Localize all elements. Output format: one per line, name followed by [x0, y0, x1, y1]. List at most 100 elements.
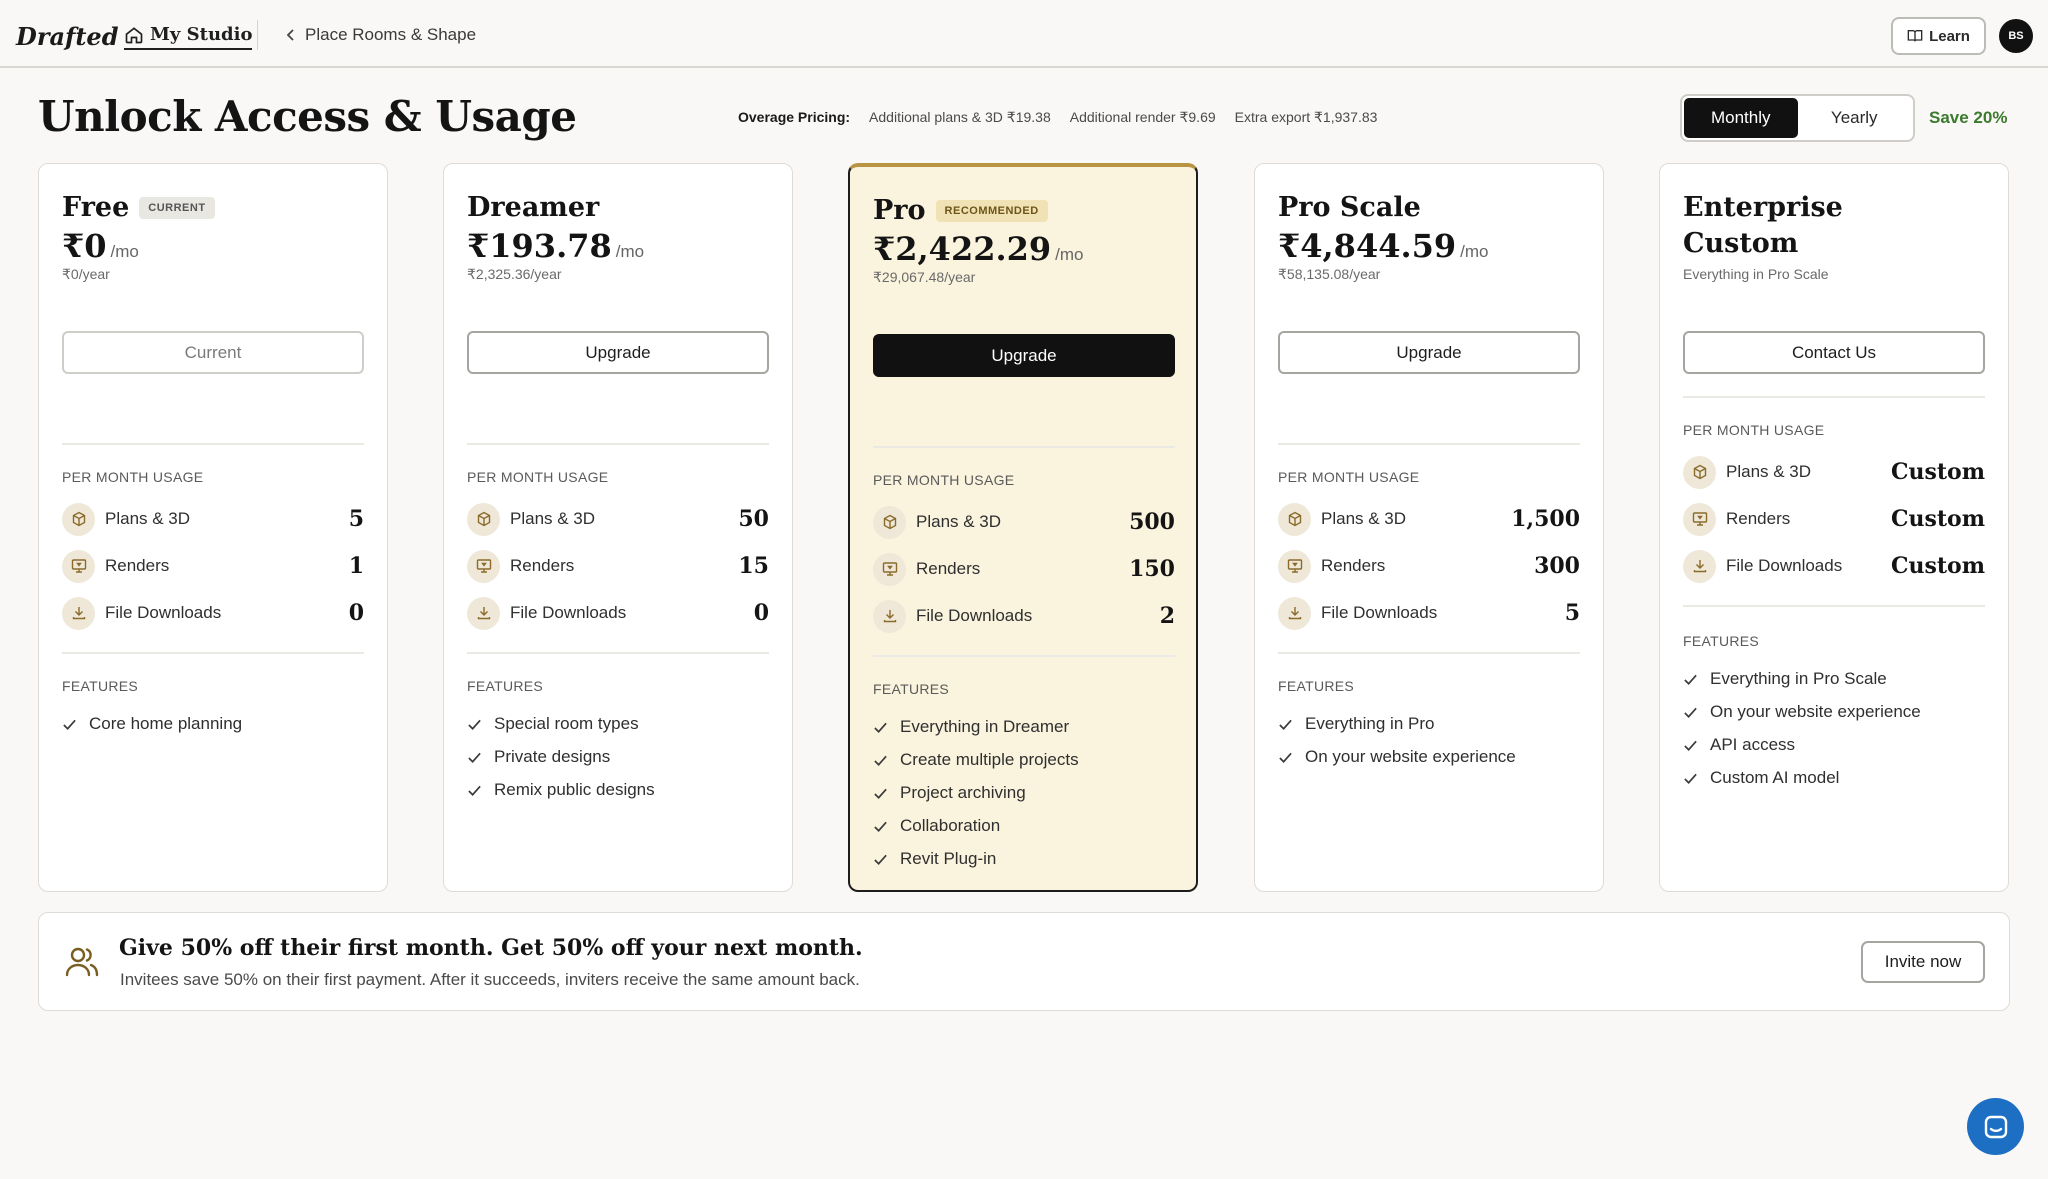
usage-label: File Downloads [105, 603, 222, 622]
billing-yearly[interactable]: Yearly [1798, 98, 1912, 138]
plan-action-button[interactable]: Upgrade [1278, 331, 1580, 374]
download-icon [883, 610, 896, 623]
divider [257, 20, 258, 50]
cube-icon [883, 514, 896, 530]
referral-subtitle: Invitees save 50% on their first payment… [120, 970, 860, 989]
feature-item: Everything in Pro [1278, 714, 1434, 734]
divider [62, 652, 364, 654]
feature-label: Special room types [494, 714, 639, 733]
features-section-label: FEATURES [1278, 678, 1355, 694]
divider [1278, 443, 1580, 445]
learn-button[interactable]: Learn [1891, 17, 1986, 55]
feature-label: Project archiving [900, 783, 1026, 802]
divider [467, 443, 769, 445]
feature-label: Create multiple projects [900, 750, 1079, 769]
usage-value: 150 [1129, 556, 1175, 582]
my-studio-label: My Studio [150, 24, 253, 45]
cube-icon [72, 511, 85, 527]
usage-icon-wrap [62, 596, 95, 630]
usage-row: File Downloads 5 [1278, 595, 1580, 631]
my-studio-link[interactable]: My Studio [124, 24, 253, 50]
plan-action-button[interactable]: Upgrade [873, 334, 1175, 377]
usage-value: 2 [1159, 603, 1175, 629]
plan-badge: CURRENT [139, 196, 215, 219]
divider [1683, 396, 1985, 398]
usage-row: Plans & 3D 50 [467, 501, 769, 537]
usage-row: File Downloads 2 [873, 598, 1175, 634]
divider [873, 446, 1175, 448]
usage-icon-wrap [1683, 455, 1716, 489]
check-icon [874, 821, 887, 832]
home-icon [125, 26, 143, 43]
check-icon [1279, 752, 1292, 763]
usage-row: Renders 300 [1278, 548, 1580, 584]
usage-icon-wrap [873, 552, 906, 586]
plan-action-button[interactable]: Current [62, 331, 364, 374]
per-month-label: /mo [110, 242, 139, 261]
plan-price: ₹0/mo [62, 227, 139, 265]
plan-name: Pro Scale [1278, 192, 1421, 223]
plan-price-value: ₹2,422.29 [873, 230, 1052, 268]
usage-value: 5 [1564, 600, 1580, 626]
usage-label: Plans & 3D [1726, 462, 1812, 481]
feature-item: API access [1683, 735, 1795, 755]
book-icon [1907, 30, 1923, 42]
overage-item: Extra export ₹1,937.83 [1234, 109, 1378, 125]
chat-launcher[interactable] [1967, 1098, 2024, 1155]
plan-price-value: ₹193.78 [467, 227, 612, 265]
usage-label: File Downloads [916, 606, 1033, 625]
usage-icon-wrap [1278, 502, 1311, 536]
usage-value: Custom [1890, 459, 1985, 485]
overage-label: Overage Pricing: [738, 109, 851, 125]
plan-card: Enterprise Custom Everything in Pro Scal… [1659, 163, 2009, 892]
overage-item: Additional plans & 3D ₹19.38 [869, 109, 1051, 125]
cube-icon [477, 511, 490, 527]
invite-now-button[interactable]: Invite now [1861, 941, 1985, 983]
feature-label: Custom AI model [1710, 768, 1840, 787]
feature-label: On your website experience [1305, 747, 1516, 766]
check-icon [1279, 719, 1292, 730]
check-icon [63, 719, 76, 730]
divider [873, 655, 1175, 657]
plan-price-value: ₹0 [62, 227, 107, 265]
plan-yearly: Everything in Pro Scale [1683, 266, 1829, 282]
usage-icon-wrap [873, 505, 906, 539]
feature-label: On your website experience [1710, 702, 1921, 721]
breadcrumb-back[interactable]: Place Rooms & Shape [285, 25, 476, 45]
usage-row: Plans & 3D 5 [62, 501, 364, 537]
feature-label: Revit Plug-in [900, 849, 997, 868]
plan-action-button[interactable]: Contact Us [1683, 331, 1985, 374]
users-icon [65, 947, 99, 977]
check-icon [1684, 740, 1697, 751]
download-icon [1288, 607, 1301, 620]
save-badge: Save 20% [1929, 108, 2008, 127]
overage-pricing: Overage Pricing: Additional plans & 3D ₹… [738, 109, 1377, 126]
feature-label: API access [1710, 735, 1796, 754]
plan-name-text: Dreamer [467, 192, 600, 223]
feature-item: Special room types [467, 714, 639, 734]
feature-item: Custom AI model [1683, 768, 1839, 788]
usage-icon-wrap [467, 549, 500, 583]
usage-icon-wrap [467, 502, 500, 536]
plan-name: Free CURRENT [62, 192, 215, 223]
download-icon [1693, 560, 1706, 573]
usage-row: Renders Custom [1683, 501, 1985, 537]
usage-value: 300 [1534, 553, 1580, 579]
chevron-left-icon [286, 29, 294, 41]
feature-label: Everything in Dreamer [900, 717, 1070, 736]
usage-icon-wrap [873, 599, 906, 633]
billing-monthly[interactable]: Monthly [1684, 98, 1798, 138]
divider [1278, 652, 1580, 654]
plan-name: Pro RECOMMENDED [873, 195, 1048, 226]
plan-action-button[interactable]: Upgrade [467, 331, 769, 374]
logo[interactable]: Drafted [16, 22, 118, 51]
plan-name-text: Pro Scale [1278, 192, 1421, 223]
plan-badge: RECOMMENDED [935, 199, 1048, 222]
plan-card: Free CURRENT ₹0/mo ₹0/year Current PER MONT… [38, 163, 388, 892]
plan-yearly: ₹0/year [62, 266, 110, 282]
feature-item: Revit Plug-in [873, 849, 996, 869]
avatar[interactable]: BS [1999, 19, 2033, 53]
plan-price-value: ₹4,844.59 [1278, 227, 1457, 265]
plan-yearly: ₹58,135.08/year [1278, 266, 1381, 282]
usage-value: 50 [738, 506, 769, 532]
